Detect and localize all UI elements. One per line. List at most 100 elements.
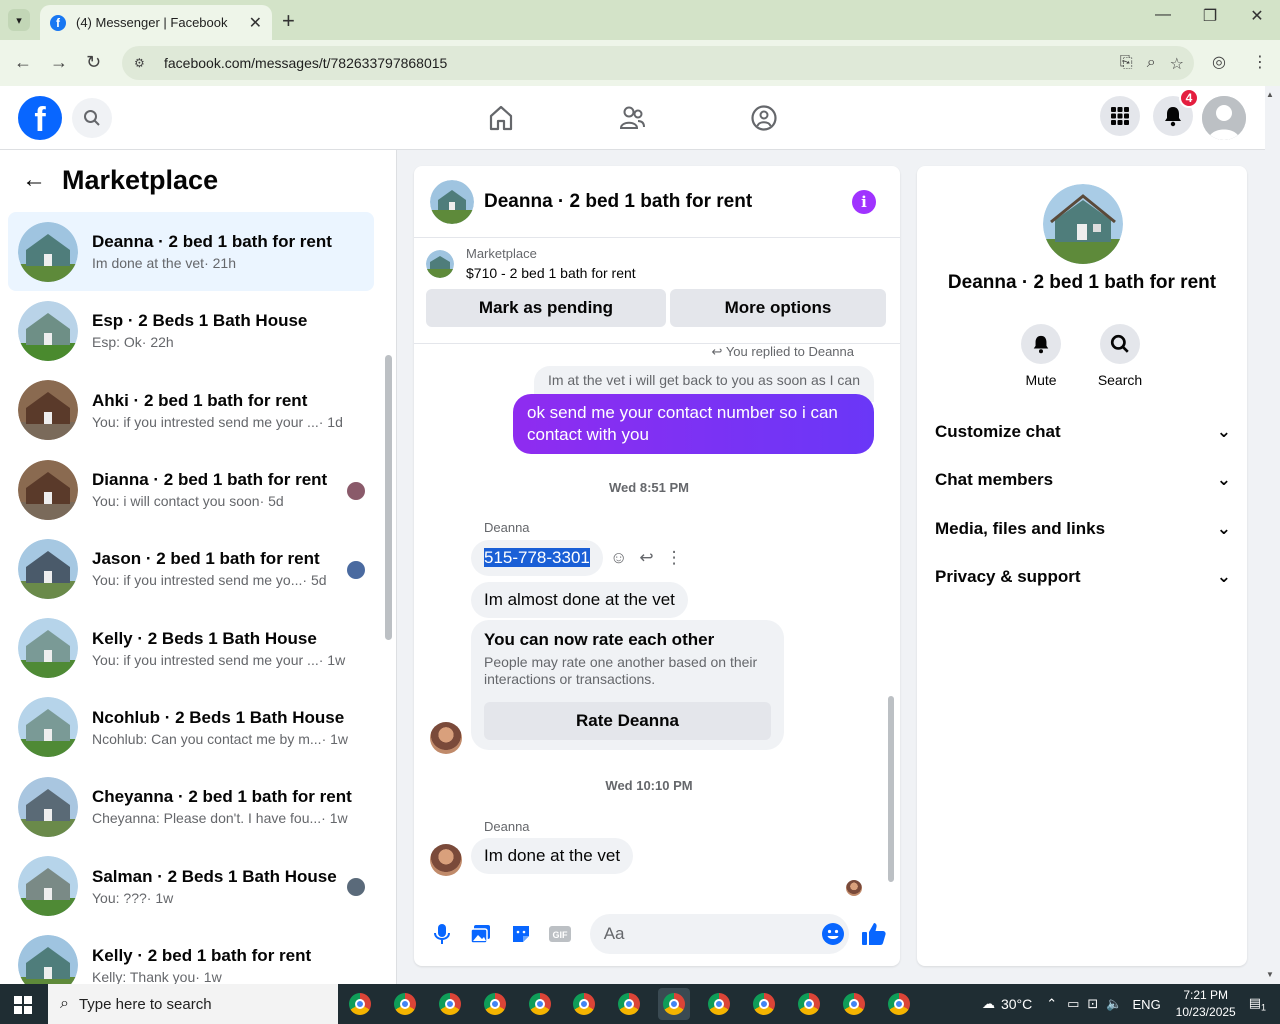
- chrome-taskbar-icon[interactable]: [658, 988, 691, 1020]
- conversation-item[interactable]: Deanna · 2 bed 1 bath for rent Im done a…: [8, 212, 374, 292]
- search-icon[interactable]: [72, 98, 112, 138]
- tab-search-button[interactable]: ▾: [8, 9, 30, 31]
- reload-icon[interactable]: ↻: [86, 52, 101, 73]
- chrome-taskbar-icon[interactable]: [479, 988, 511, 1020]
- friends-icon[interactable]: [614, 100, 650, 136]
- weather-icon[interactable]: ☁: [982, 996, 995, 1012]
- language-indicator[interactable]: ENG: [1133, 997, 1161, 1012]
- chrome-taskbar-icon[interactable]: [703, 988, 735, 1020]
- taskbar-search-box[interactable]: ⌕ Type here to search: [48, 984, 338, 1024]
- notifications-bell-icon[interactable]: 4: [1153, 88, 1199, 136]
- profile-icon[interactable]: ◎: [1212, 52, 1226, 72]
- conversation-item[interactable]: Jason · 2 bed 1 bath for rent You: if yo…: [8, 529, 374, 608]
- message-input[interactable]: Aa: [589, 914, 849, 954]
- forward-arrow-icon[interactable]: →: [50, 52, 68, 73]
- conversation-item[interactable]: Kelly · 2 bed 1 bath for rent Kelly: Tha…: [8, 926, 374, 984]
- minimize-button[interactable]: —: [1140, 6, 1186, 24]
- conversation-preview: You: if you intrested send me your ...: [92, 651, 319, 668]
- search-action[interactable]: Search: [1085, 324, 1155, 388]
- close-tab-icon[interactable]: ✕: [249, 13, 262, 33]
- more-options-button[interactable]: More options: [670, 289, 886, 327]
- sender-name: Deanna: [484, 819, 530, 834]
- site-info-icon[interactable]: ⚙: [134, 56, 150, 70]
- microphone-icon[interactable]: [428, 920, 455, 948]
- listing-price[interactable]: $710 - 2 bed 1 bath for rent: [466, 265, 636, 281]
- chat-details-panel: Deanna · 2 bed 1 bath for rent Mute Sear…: [917, 166, 1247, 966]
- sender-avatar[interactable]: [430, 844, 462, 876]
- back-arrow-icon[interactable]: ←: [14, 52, 32, 73]
- temperature[interactable]: 30°C: [1001, 996, 1032, 1012]
- maximize-button[interactable]: ❐: [1187, 6, 1233, 26]
- chrome-taskbar-icon[interactable]: [838, 988, 870, 1020]
- info-icon[interactable]: i: [852, 190, 876, 214]
- conversation-preview: Kelly: Thank you: [92, 968, 196, 984]
- conversation-item[interactable]: Cheyanna · 2 bed 1 bath for rent Cheyann…: [8, 767, 374, 846]
- conversation-item[interactable]: Ahki · 2 bed 1 bath for rent You: if you…: [8, 371, 374, 450]
- conversation-item[interactable]: Dianna · 2 bed 1 bath for rent You: i wi…: [8, 450, 374, 529]
- chrome-taskbar-icon[interactable]: [568, 988, 600, 1020]
- browser-tab[interactable]: f (4) Messenger | Facebook ✕: [40, 5, 272, 40]
- sender-avatar[interactable]: [430, 722, 462, 754]
- conversation-name: Ncohlub · 2 Beds 1 Bath House: [92, 707, 345, 727]
- network-icon[interactable]: ⊡: [1087, 996, 1098, 1012]
- media-files-links-section[interactable]: Media, files and links ⌄: [935, 519, 1231, 539]
- reply-icon[interactable]: ↩: [639, 548, 653, 568]
- page-scroll-up-arrow[interactable]: ▲: [1266, 90, 1274, 99]
- battery-icon[interactable]: ▭: [1067, 996, 1079, 1012]
- react-icon[interactable]: ☺: [610, 548, 627, 568]
- phone-message[interactable]: 515-778-3301: [471, 540, 603, 576]
- chrome-taskbar-icon[interactable]: [389, 988, 421, 1020]
- conversation-time: · 1w: [321, 730, 349, 747]
- chrome-taskbar-icon[interactable]: [883, 988, 915, 1020]
- page-scroll-down-arrow[interactable]: ▼: [1266, 970, 1274, 979]
- zoom-icon[interactable]: ⌕: [1147, 54, 1156, 74]
- incoming-message[interactable]: Im done at the vet: [471, 838, 634, 874]
- conversation-name: Cheyanna · 2 bed 1 bath for rent: [92, 787, 352, 807]
- chrome-taskbar-icon[interactable]: [793, 988, 825, 1020]
- back-arrow-icon[interactable]: ←: [22, 166, 46, 194]
- address-bar[interactable]: ⚙ facebook.com/messages/t/78263379786801…: [122, 46, 1194, 80]
- chrome-taskbar-icon[interactable]: [524, 988, 556, 1020]
- chrome-taskbar-icon[interactable]: [344, 988, 376, 1020]
- account-avatar[interactable]: [1202, 96, 1246, 140]
- conversation-item[interactable]: Salman · 2 Beds 1 Bath House You: ??? · …: [8, 846, 374, 925]
- conversation-time: · 22h: [141, 334, 174, 351]
- privacy-support-section[interactable]: Privacy & support ⌄: [935, 567, 1231, 587]
- home-icon[interactable]: [483, 100, 519, 136]
- gif-icon[interactable]: GIF: [546, 920, 573, 948]
- chrome-taskbar-icon[interactable]: [748, 988, 780, 1020]
- conversation-name: Deanna · 2 bed 1 bath for rent: [92, 232, 332, 252]
- mute-action[interactable]: Mute: [1006, 324, 1076, 388]
- show-hidden-icons-icon[interactable]: ⌃: [1046, 996, 1057, 1012]
- bookmark-star-icon[interactable]: ☆: [1170, 54, 1184, 74]
- thumbs-up-icon[interactable]: [861, 920, 888, 948]
- sticker-icon[interactable]: [507, 920, 534, 948]
- clock[interactable]: 7:21 PM 10/23/2025: [1171, 987, 1241, 1021]
- chat-members-section[interactable]: Chat members ⌄: [935, 470, 1231, 490]
- emoji-icon[interactable]: [821, 922, 845, 951]
- outgoing-message[interactable]: ok send me your contact number so i can …: [513, 394, 874, 454]
- menu-grid-icon[interactable]: [1100, 96, 1140, 136]
- conversation-item[interactable]: Esp · 2 Beds 1 Bath House Esp: Ok · 22h: [8, 291, 374, 370]
- windows-start-icon[interactable]: [14, 996, 32, 1019]
- new-tab-button[interactable]: +: [282, 8, 295, 34]
- groups-icon[interactable]: [746, 100, 782, 136]
- conversation-scrollbar[interactable]: [384, 205, 392, 984]
- chrome-taskbar-icon[interactable]: [613, 988, 645, 1020]
- rate-deanna-button[interactable]: Rate Deanna: [484, 702, 771, 740]
- chat-scrollbar[interactable]: [886, 344, 896, 892]
- facebook-logo[interactable]: f: [18, 96, 62, 140]
- notification-center-icon[interactable]: ▤1: [1249, 995, 1266, 1013]
- customize-chat-section[interactable]: Customize chat ⌄: [935, 422, 1231, 442]
- conversation-item[interactable]: Kelly · 2 Beds 1 Bath House You: if you …: [8, 608, 374, 687]
- browser-menu-icon[interactable]: ⋮: [1252, 52, 1268, 72]
- mark-as-pending-button[interactable]: Mark as pending: [426, 289, 666, 327]
- attach-photo-icon[interactable]: [467, 920, 494, 948]
- install-app-icon[interactable]: ⎘: [1120, 54, 1133, 74]
- conversation-item[interactable]: Ncohlub · 2 Beds 1 Bath House Ncohlub: C…: [8, 688, 374, 767]
- close-window-button[interactable]: ✕: [1234, 6, 1280, 26]
- volume-icon[interactable]: 🔈: [1106, 996, 1122, 1012]
- incoming-message[interactable]: Im almost done at the vet: [471, 582, 688, 618]
- chrome-taskbar-icon[interactable]: [434, 988, 466, 1020]
- more-actions-icon[interactable]: ⋮: [666, 548, 683, 568]
